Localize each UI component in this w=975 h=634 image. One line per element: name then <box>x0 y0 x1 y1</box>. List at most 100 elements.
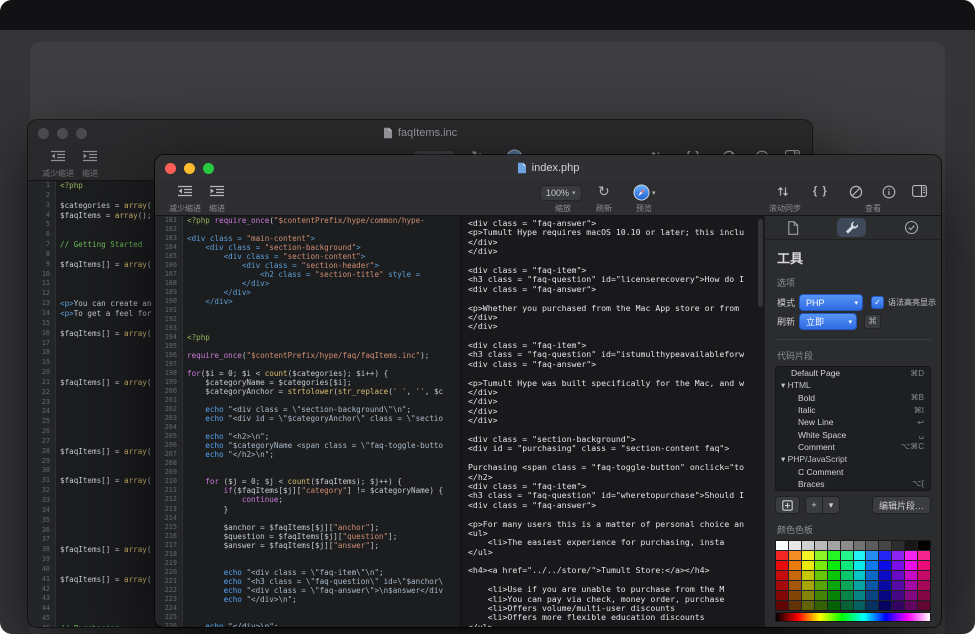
code-line[interactable]: 203 echo "<div id = \"$categoryAnchor\" … <box>155 414 460 423</box>
code-line[interactable]: 197 <box>155 360 460 369</box>
code-line[interactable]: 187 <h2 class = "section-title" style = <box>155 270 460 279</box>
source-line[interactable]: <div id = "purchasing" class = "section-… <box>468 444 764 453</box>
scroll-sync-button[interactable] <box>777 185 789 198</box>
source-line[interactable]: </div> <box>468 397 764 406</box>
color-swatch[interactable] <box>776 581 788 590</box>
color-swatch[interactable] <box>854 601 866 610</box>
close-button[interactable] <box>38 128 49 139</box>
source-line[interactable]: <h4><a href="../../store/">Tumult Store:… <box>468 566 764 575</box>
code-line[interactable]: 198for($i = 0; $i < count($categories); … <box>155 369 460 378</box>
code-line[interactable]: 218 <box>155 550 460 559</box>
add-snippet-button[interactable]: + <box>806 497 823 513</box>
code-line[interactable]: 205 echo "<h2>\n"; <box>155 432 460 441</box>
color-swatch[interactable] <box>866 561 878 570</box>
code-line[interactable]: 193 <box>155 324 460 333</box>
color-swatch[interactable] <box>789 551 801 560</box>
color-swatch[interactable] <box>918 551 930 560</box>
code-line[interactable]: 219 <box>155 559 460 568</box>
indent-button[interactable] <box>209 185 225 197</box>
color-swatch[interactable] <box>892 571 904 580</box>
source-line[interactable]: <p>Tumult Hype requires macOS 10.10 or l… <box>468 228 764 237</box>
color-swatch[interactable] <box>802 561 814 570</box>
color-swatch[interactable] <box>789 601 801 610</box>
outdent-button[interactable] <box>50 150 66 162</box>
color-swatch[interactable] <box>892 591 904 600</box>
snippet-item[interactable]: ▾ HTML <box>776 379 930 391</box>
close-button[interactable] <box>165 163 176 174</box>
color-swatch[interactable] <box>828 601 840 610</box>
refresh-button[interactable]: ↻ <box>598 184 610 198</box>
color-swatch[interactable] <box>905 571 917 580</box>
code-line[interactable]: 221 echo "<h3 class = \"faq-question\" i… <box>155 577 460 586</box>
outdent-button[interactable] <box>177 185 193 197</box>
color-swatch[interactable] <box>776 591 788 600</box>
code-line[interactable]: 202 echo "<div class = \"section-backgro… <box>155 405 460 414</box>
color-swatch[interactable] <box>841 601 853 610</box>
color-swatch[interactable] <box>776 541 788 550</box>
color-swatch[interactable] <box>905 591 917 600</box>
snippet-actions-dropdown[interactable]: ▾ <box>823 497 839 513</box>
source-line[interactable]: <li>Offers more flexible education disco… <box>468 613 764 622</box>
color-swatch[interactable] <box>879 591 891 600</box>
sidebar-toggle-button[interactable] <box>912 185 927 197</box>
snippet-item[interactable]: White Space␣ <box>776 428 930 440</box>
color-swatch[interactable] <box>789 591 801 600</box>
source-line[interactable]: </ul> <box>468 623 764 627</box>
refresh-mode-select[interactable]: 立即▾ <box>799 313 857 330</box>
tab-validation[interactable] <box>897 218 926 237</box>
source-preview-pane[interactable]: <div class = "faq-answer"><p>Tumult Hype… <box>461 216 764 627</box>
color-swatch[interactable] <box>802 601 814 610</box>
color-swatch[interactable] <box>841 561 853 570</box>
source-line[interactable]: <li>The easiest experience for purchasin… <box>468 538 764 547</box>
code-line[interactable]: 207 echo "</h2>\n"; <box>155 450 460 459</box>
color-swatch[interactable] <box>815 581 827 590</box>
code-line[interactable]: 188 </div> <box>155 279 460 288</box>
color-swatch[interactable] <box>776 601 788 610</box>
color-gradient-strip[interactable] <box>775 612 931 622</box>
color-swatch[interactable] <box>854 561 866 570</box>
tab-tools[interactable] <box>837 218 866 237</box>
color-swatch[interactable] <box>841 581 853 590</box>
color-swatch[interactable] <box>815 571 827 580</box>
code-line[interactable]: 182 <box>155 225 460 234</box>
color-swatch[interactable] <box>879 561 891 570</box>
color-swatch[interactable] <box>815 551 827 560</box>
code-line[interactable]: 223 echo "</div>\n"; <box>155 595 460 604</box>
snippet-item[interactable]: Bold⌘B <box>776 392 930 404</box>
code-line[interactable]: 206 echo "$categoryName <span class = \"… <box>155 441 460 450</box>
minimize-button[interactable] <box>57 128 68 139</box>
color-swatch[interactable] <box>841 591 853 600</box>
syntax-highlight-checkbox[interactable]: ✓ <box>871 296 884 309</box>
color-swatch[interactable] <box>854 541 866 550</box>
code-line[interactable]: 204 <box>155 423 460 432</box>
color-swatch[interactable] <box>815 561 827 570</box>
source-line[interactable]: </div> <box>468 313 764 322</box>
minimize-button[interactable] <box>184 163 195 174</box>
color-swatch[interactable] <box>879 581 891 590</box>
color-swatch[interactable] <box>892 601 904 610</box>
color-swatch[interactable] <box>918 581 930 590</box>
color-swatch[interactable] <box>866 581 878 590</box>
color-swatch[interactable] <box>802 581 814 590</box>
snippet-item[interactable]: Italic⌘I <box>776 404 930 416</box>
color-swatch[interactable] <box>866 571 878 580</box>
color-swatch[interactable] <box>905 601 917 610</box>
color-swatch[interactable] <box>802 551 814 560</box>
snippet-item[interactable]: Braces⌥{ <box>776 478 930 490</box>
color-swatch[interactable] <box>789 581 801 590</box>
color-swatch[interactable] <box>866 601 878 610</box>
code-line[interactable]: 211 if($faqItems[$j]["category"] != $cat… <box>155 486 460 495</box>
code-line[interactable]: 190 </div> <box>155 297 460 306</box>
code-line[interactable]: 181<?php require_once("$contentPrefix/hy… <box>155 216 460 225</box>
code-line[interactable]: 216 $question = $faqItems[$j]["question"… <box>155 532 460 541</box>
color-swatch[interactable] <box>879 571 891 580</box>
command-key-icon[interactable]: ⌘ <box>864 314 881 329</box>
color-swatch[interactable] <box>789 541 801 550</box>
color-swatch[interactable] <box>918 561 930 570</box>
code-line[interactable]: 214 <box>155 514 460 523</box>
color-swatch[interactable] <box>892 561 904 570</box>
color-swatch[interactable] <box>789 571 801 580</box>
snippet-item[interactable]: C Comment <box>776 465 930 477</box>
color-swatch[interactable] <box>854 581 866 590</box>
color-swatch[interactable] <box>802 571 814 580</box>
